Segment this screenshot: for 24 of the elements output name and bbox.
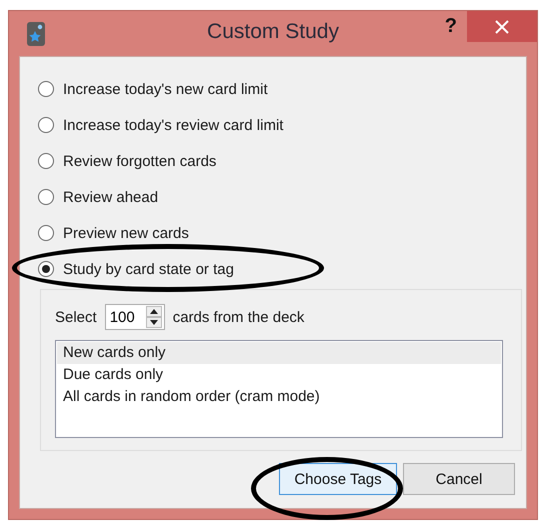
window-title: Custom Study <box>207 20 339 44</box>
radio-button[interactable] <box>38 189 54 205</box>
radio-button[interactable] <box>38 117 54 133</box>
dialog-button[interactable]: Cancel <box>403 463 515 495</box>
help-button[interactable]: ? <box>444 15 457 38</box>
option-label[interactable]: Review ahead <box>63 188 158 206</box>
list-item[interactable]: New cards only <box>57 342 501 364</box>
radio-button[interactable] <box>38 261 54 277</box>
option-label[interactable]: Increase today's review card limit <box>63 116 284 134</box>
option-label[interactable]: Study by card state or tag <box>63 260 234 278</box>
radio-button[interactable] <box>38 153 54 169</box>
radio-button[interactable] <box>38 81 54 97</box>
option-label[interactable]: Increase today's new card limit <box>63 80 268 98</box>
close-icon <box>495 20 509 34</box>
list-item[interactable]: All cards in random order (cram mode) <box>57 386 501 408</box>
app-icon <box>27 22 45 46</box>
list-item[interactable]: Due cards only <box>57 364 501 386</box>
select-label: Select <box>55 308 97 326</box>
radio-button[interactable] <box>38 225 54 241</box>
option-label[interactable]: Review forgotten cards <box>63 152 216 170</box>
option-label[interactable]: Preview new cards <box>63 224 189 242</box>
dialog-button[interactable]: Choose Tags <box>279 463 397 495</box>
deck-label: cards from the deck <box>172 308 304 326</box>
close-button[interactable] <box>467 11 537 42</box>
